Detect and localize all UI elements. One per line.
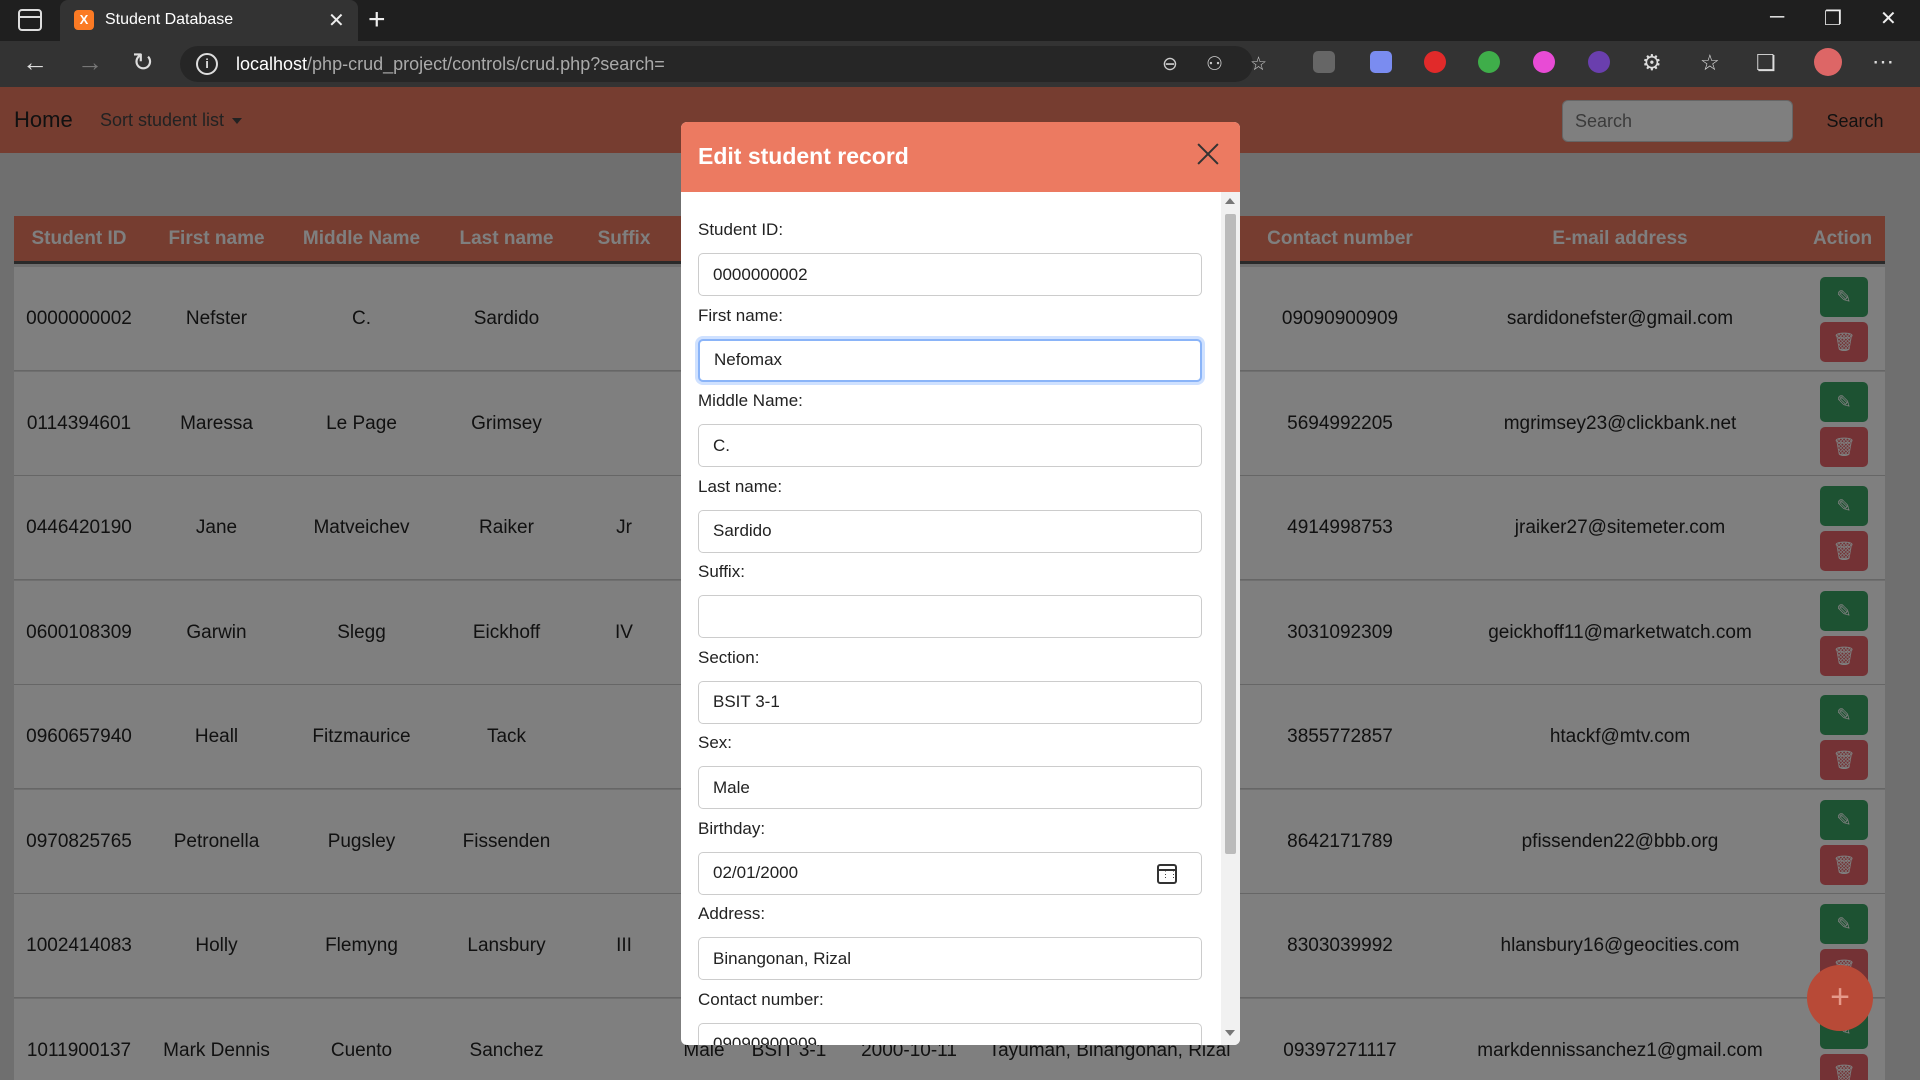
last-name-field[interactable] (698, 509, 1202, 553)
modal-form: Student ID: First name: Middle Name: Last n… (681, 192, 1221, 1045)
profile-share-icon[interactable]: ⚇ (1206, 53, 1223, 76)
address-label: Address: (698, 904, 766, 923)
birthday-label: Birthday: (698, 818, 766, 838)
student-id-field[interactable] (698, 253, 1202, 296)
tab-actions-icon[interactable] (18, 9, 42, 31)
more-options-icon[interactable]: ⋯ (1872, 49, 1894, 75)
modal-scrollbar[interactable] (1221, 192, 1240, 1045)
middle-name-label: Middle Name: (698, 391, 803, 410)
extensions-icon[interactable]: ⚙ (1642, 50, 1662, 76)
add-student-button[interactable]: + (1807, 965, 1873, 1031)
collections-icon[interactable]: ❏ (1756, 50, 1776, 76)
extension-icon[interactable] (1533, 51, 1555, 73)
suffix-label: Suffix: (698, 562, 745, 581)
section-label: Section: (698, 647, 760, 667)
minimize-icon[interactable]: ─ (1770, 6, 1784, 29)
first-name-label: First name: (698, 305, 784, 325)
xampp-icon: X (74, 10, 94, 30)
browser-tab-bar: X Student Database ✕ + ─ ❐ ✕ (0, 0, 1920, 41)
url-field[interactable]: i localhost/php-crud_project/controls/cr… (180, 46, 1267, 82)
page-viewport: Home Sort student list Search Student ID… (0, 87, 1920, 1080)
contact-number-field[interactable] (698, 1022, 1202, 1045)
modal-title: Edit student record (698, 143, 909, 169)
zoom-icon[interactable]: ⊖ (1162, 53, 1178, 76)
last-name-label: Last name: (698, 476, 783, 496)
favorite-add-icon[interactable]: ☆ (1250, 53, 1267, 76)
close-tab-icon[interactable]: ✕ (328, 8, 345, 33)
extension-icon[interactable] (1424, 51, 1446, 73)
extension-icon[interactable] (1588, 51, 1610, 73)
tab-title: Student Database (105, 11, 234, 28)
site-info-icon[interactable]: i (196, 53, 218, 75)
forward-icon[interactable]: → (77, 47, 103, 78)
new-tab-icon[interactable]: + (368, 3, 386, 37)
middle-name-field[interactable] (698, 424, 1202, 467)
browser-tab[interactable]: X Student Database ✕ (60, 0, 358, 41)
suffix-field[interactable] (698, 595, 1202, 638)
address-field[interactable] (698, 937, 1202, 980)
sex-field[interactable] (698, 766, 1202, 809)
sex-label: Sex: (698, 733, 733, 752)
extension-icon[interactable] (1370, 51, 1392, 73)
profile-avatar[interactable] (1814, 48, 1842, 76)
modal-header: Edit student record (681, 122, 1240, 192)
student-id-label: Student ID: (698, 220, 784, 239)
url-text: localhost/php-crud_project/controls/crud… (236, 54, 665, 74)
extension-icon[interactable] (1313, 51, 1335, 73)
birthday-field[interactable] (698, 851, 1202, 895)
first-name-field[interactable] (698, 338, 1202, 382)
section-field[interactable] (698, 680, 1202, 724)
scroll-up-icon[interactable] (1225, 198, 1235, 204)
refresh-icon[interactable]: ↻ (132, 47, 154, 78)
calendar-icon[interactable] (1157, 863, 1177, 884)
scroll-thumb[interactable] (1225, 214, 1236, 854)
back-icon[interactable]: ← (22, 47, 48, 78)
favorites-icon[interactable]: ☆ (1700, 50, 1720, 76)
close-window-icon[interactable]: ✕ (1880, 6, 1897, 31)
close-icon[interactable] (1194, 140, 1222, 168)
contact-number-label: Contact number: (698, 989, 824, 1009)
edit-student-modal: Edit student record Student ID: First nam… (681, 122, 1240, 1045)
restore-icon[interactable]: ❐ (1824, 6, 1842, 31)
address-bar-row: ← → ↻ i localhost/php-crud_project/contr… (0, 41, 1920, 87)
extension-icon[interactable] (1478, 51, 1500, 73)
scroll-down-icon[interactable] (1225, 1030, 1235, 1036)
